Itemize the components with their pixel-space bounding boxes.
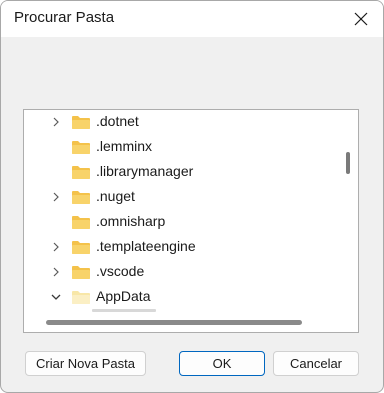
tree-item-dotnet[interactable]: .dotnet: [24, 110, 344, 135]
horizontal-scrollbar-thumb[interactable]: [46, 320, 302, 325]
tree-item-label: .vscode: [96, 263, 145, 279]
folder-icon: [72, 191, 90, 204]
folder-icon: [72, 166, 90, 179]
tree-item-lemminx[interactable]: .lemminx: [24, 135, 344, 160]
tree-item-templateengine[interactable]: .templateengine: [24, 235, 344, 260]
tree-item-label: .omnisharp: [96, 213, 166, 229]
folder-tree[interactable]: .dotnet .lemminx .librarymanager .nuget …: [23, 109, 359, 333]
tree-item-vscode[interactable]: .vscode: [24, 260, 344, 285]
tree-item-label: .nuget: [96, 188, 135, 204]
new-folder-button[interactable]: Criar Nova Pasta: [25, 351, 146, 376]
chevron-down-icon[interactable]: [50, 291, 62, 303]
close-button[interactable]: [349, 7, 373, 31]
close-icon: [354, 12, 368, 26]
chevron-right-icon[interactable]: [50, 116, 62, 128]
tree-item-librarymanager[interactable]: .librarymanager: [24, 160, 344, 185]
chevron-right-icon[interactable]: [50, 191, 62, 203]
folder-icon: [72, 116, 90, 129]
dialog-title: Procurar Pasta: [14, 9, 115, 26]
tree-next-item-partial: [92, 309, 156, 312]
folder-icon: [72, 266, 90, 279]
tree-item-label: .lemminx: [96, 138, 153, 154]
folder-icon: [72, 291, 90, 304]
chevron-right-icon[interactable]: [50, 266, 62, 278]
browse-folder-dialog: Procurar Pasta .dotnet .lemminx .library…: [0, 0, 384, 393]
folder-icon: [72, 216, 90, 229]
tree-item-appdata[interactable]: AppData: [24, 285, 344, 310]
title-bar: Procurar Pasta: [1, 1, 383, 37]
tree-item-label: .templateengine: [96, 238, 196, 254]
chevron-right-icon[interactable]: [50, 241, 62, 253]
folder-tree-viewport: .dotnet .lemminx .librarymanager .nuget …: [24, 110, 344, 316]
cancel-button[interactable]: Cancelar: [273, 351, 359, 376]
ok-button[interactable]: OK: [179, 351, 265, 376]
folder-icon: [72, 241, 90, 254]
tree-item-omnisharp[interactable]: .omnisharp: [24, 210, 344, 235]
folder-icon: [72, 141, 90, 154]
tree-item-label: AppData: [96, 288, 151, 304]
tree-item-label: .librarymanager: [96, 163, 194, 179]
tree-item-nuget[interactable]: .nuget: [24, 185, 344, 210]
tree-item-label: .dotnet: [96, 113, 139, 129]
vertical-scrollbar-thumb[interactable]: [346, 152, 350, 174]
